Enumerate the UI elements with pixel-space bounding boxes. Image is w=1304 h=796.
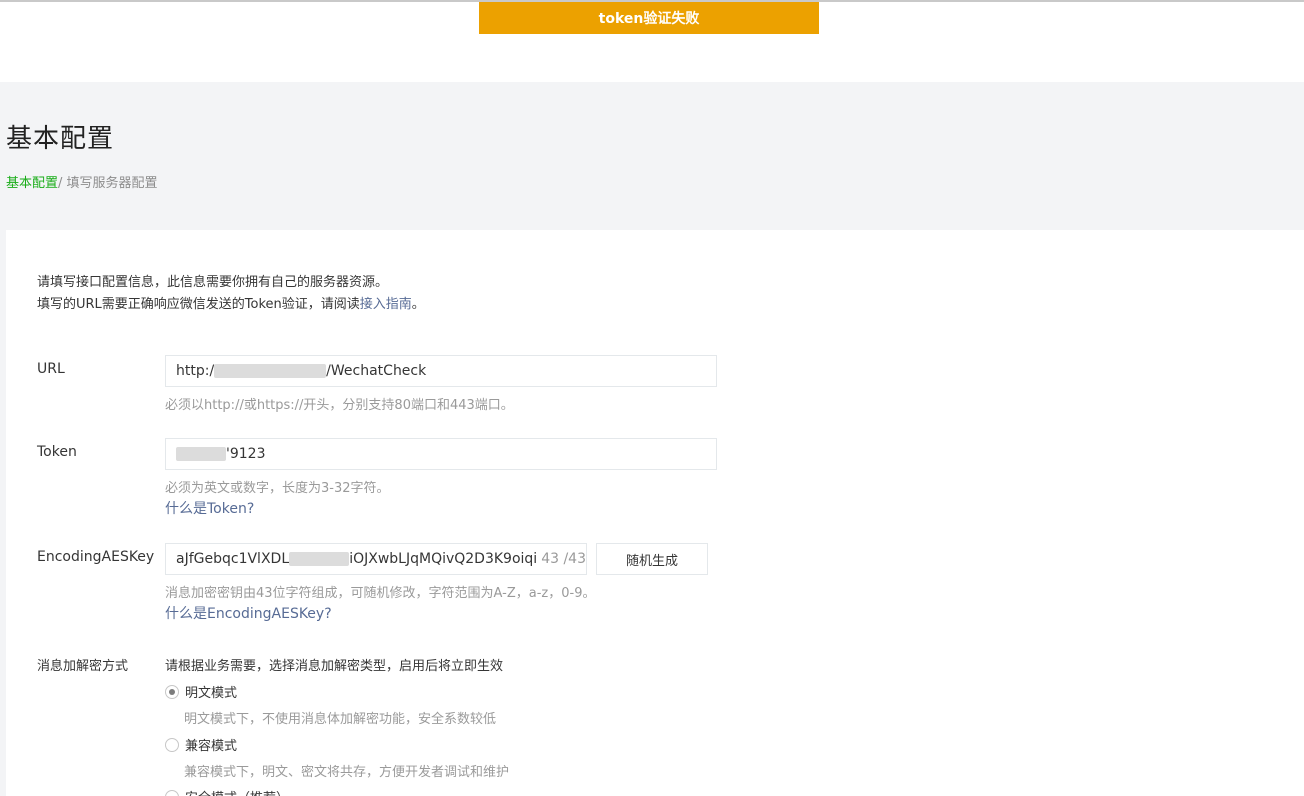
url-value-suffix: /WechatCheck [326,363,427,379]
token-tip: 必须为英文或数字，长度为3-32字符。 [165,481,390,496]
url-redaction [214,364,327,378]
encryption-mode-description: 请根据业务需要，选择消息加解密类型，启用后将立即生效 [165,659,504,674]
intro-line-2: 填写的URL需要正确响应微信发送的Token验证，请阅读接入指南。 [37,294,425,316]
radio-button[interactable] [165,737,179,752]
access-guide-link[interactable]: 接入指南 [360,297,412,312]
aes-key-tip: 消息加密密钥由43位字符组成，可随机修改，字符范围为A-Z，a-z，0-9。 [165,586,596,601]
radio-button[interactable] [165,789,179,796]
url-tip: 必须以http://或https://开头，分别支持80端口和443端口。 [165,398,514,413]
radio-plaintext-mode[interactable]: 明文模式 [165,682,237,701]
intro-text: 请填写接口配置信息，此信息需要你拥有自己的服务器资源。 填写的URL需要正确响应… [37,272,425,316]
toast-message: token验证失败 [598,11,700,27]
aes-key-label: EncodingAESKey [37,549,155,565]
error-toast: token验证失败 [479,2,819,34]
intro-line-2-prefix: 填写的URL需要正确响应微信发送的Token验证，请阅读 [37,297,360,312]
radio-button-checked[interactable] [165,684,179,699]
aes-value-suffix: iOJXwbLJqMQivQ2D3K9oiqi [349,551,538,567]
radio-compatible-mode[interactable]: 兼容模式 [165,735,237,754]
aes-char-counter: 43 /43 [541,551,586,567]
token-value-suffix: '9123 [226,446,266,462]
breadcrumb-current: 填写服务器配置 [62,176,158,191]
radio-label-safe: 安全模式（推荐） [185,787,289,796]
random-generate-button[interactable]: 随机生成 [596,543,708,575]
encryption-mode-label: 消息加解密方式 [37,659,129,674]
compatible-mode-desc: 兼容模式下，明文、密文将共存，方便开发者调试和维护 [184,765,510,780]
radio-label-plaintext: 明文模式 [185,686,238,701]
plaintext-mode-desc: 明文模式下，不使用消息体加解密功能，安全系数较低 [184,712,497,727]
breadcrumb-root-link[interactable]: 基本配置 [6,176,58,191]
aes-value-prefix: aJfGebqc1VlXDL [176,551,290,567]
breadcrumb: 基本配置/ 填写服务器配置 [6,172,158,191]
token-redaction [176,447,226,461]
aes-key-input[interactable]: aJfGebqc1VlXDL iOJXwbLJqMQivQ2D3K9oiqi 4… [165,543,587,575]
intro-line-2-suffix: 。 [411,297,425,312]
page-title: 基本配置 [6,124,115,154]
url-label: URL [37,361,65,377]
radio-label-compatible: 兼容模式 [185,739,238,754]
aes-redaction [289,552,350,566]
what-is-aes-key-link[interactable]: 什么是EncodingAESKey? [165,603,332,623]
url-input[interactable]: http:/ /WechatCheck [165,355,717,387]
intro-line-1: 请填写接口配置信息，此信息需要你拥有自己的服务器资源。 [37,275,389,290]
url-value-prefix: http:/ [176,363,215,379]
token-label: Token [37,444,77,460]
radio-safe-mode[interactable]: 安全模式（推荐） [165,787,289,796]
what-is-token-link[interactable]: 什么是Token? [165,498,254,518]
token-input[interactable]: '9123 [165,438,717,470]
